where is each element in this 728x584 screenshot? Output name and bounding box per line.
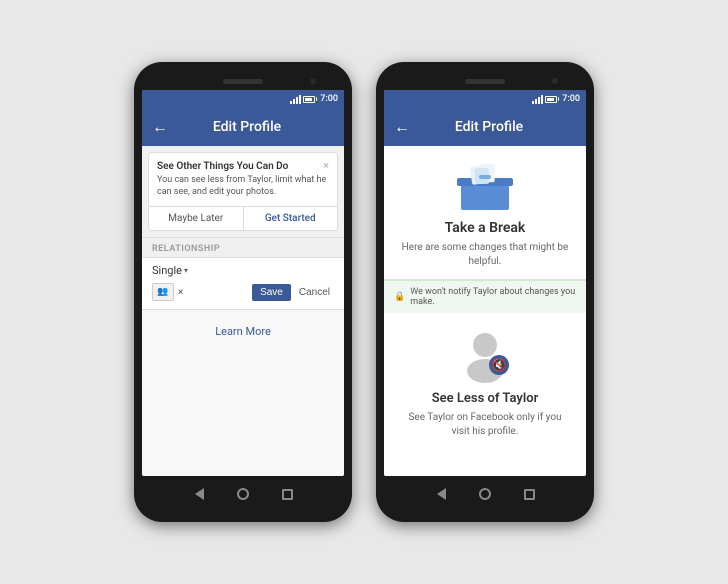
learn-more-area: Learn More [142,309,344,476]
back-nav-triangle-2 [437,488,446,500]
see-less-section: 🔇 See Less of Taylor See Taylor on Faceb… [384,313,586,449]
home-nav-2[interactable] [477,486,493,502]
signal-bars-1 [290,95,301,104]
recent-nav-2[interactable] [521,486,537,502]
svg-text:🔇: 🔇 [492,358,507,372]
banner-actions: Maybe Later Get Started [149,206,337,230]
home-nav-circle-2 [479,488,491,500]
privacy-note-text: We won't notify Taylor about changes you… [410,287,576,307]
speaker-1 [223,79,263,84]
home-nav-1[interactable] [235,486,251,502]
x-label: × [178,287,183,298]
suggestion-banner: × See Other Things You Can Do You can se… [148,152,338,231]
cancel-button[interactable]: Cancel [295,284,334,301]
status-icons-2 [532,95,557,104]
recent-nav-1[interactable] [279,486,295,502]
phone-screen-2: 7:00 ← Edit Profile [384,90,586,476]
signal-bar-6 [535,99,537,104]
phone-2: 7:00 ← Edit Profile [376,62,594,522]
battery-icon-2 [545,96,557,103]
signal-bar-3 [296,97,298,104]
signal-bar-2 [293,99,295,104]
break-description: Here are some changes that might be help… [400,241,570,269]
break-section: Take a Break Here are some changes that … [384,146,586,280]
privacy-note: 🔒 We won't notify Taylor about changes y… [384,280,586,313]
phone2-main-content: Take a Break Here are some changes that … [384,146,586,476]
relationship-row: 👥 × Save Cancel [152,283,334,301]
relationship-content: Single ▾ 👥 × Save Cancel [142,258,344,309]
signal-bars-2 [532,95,543,104]
status-time-1: 7:00 [320,94,338,104]
see-less-title: See Less of Taylor [432,391,539,406]
banner-title: See Other Things You Can Do [157,161,329,172]
battery-icon-1 [303,96,315,103]
battery-fill-1 [305,98,312,101]
camera-1 [310,78,316,84]
phone-1: 7:00 ← Edit Profile × See Other Things Y… [134,62,352,522]
battery-fill-2 [547,98,554,101]
back-button-2[interactable]: ← [394,117,410,137]
banner-close-button[interactable]: × [323,159,329,172]
camera-2 [552,78,558,84]
app-header-1: ← Edit Profile [142,108,344,146]
status-bar-1: 7:00 [142,90,344,108]
recent-nav-square-1 [282,489,293,500]
phone-top-2 [384,72,586,90]
see-less-icon: 🔇 [457,327,513,383]
back-nav-1[interactable] [191,486,207,502]
status-bar-2: 7:00 [384,90,586,108]
signal-bar-4 [299,95,301,104]
learn-more-link[interactable]: Learn More [215,325,271,338]
phone-bottom-1 [142,476,344,512]
lock-icon: 🔒 [394,292,405,302]
header-title-2: Edit Profile [418,119,560,135]
home-nav-circle-1 [237,488,249,500]
back-nav-2[interactable] [433,486,449,502]
audience-icon[interactable]: 👥 [152,283,174,301]
recent-nav-square-2 [524,489,535,500]
banner-text: You can see less from Taylor, limit what… [157,175,329,198]
back-nav-triangle-1 [195,488,204,500]
phone-screen-1: 7:00 ← Edit Profile × See Other Things Y… [142,90,344,476]
dropdown-caret: ▾ [184,266,188,275]
signal-bar-8 [541,95,543,104]
relationship-section-label: RELATIONSHIP [142,237,344,258]
back-button-1[interactable]: ← [152,117,168,137]
signal-bar-1 [290,101,292,104]
header-title-1: Edit Profile [176,119,318,135]
maybe-later-button[interactable]: Maybe Later [149,207,244,230]
speaker-2 [465,79,505,84]
phone-top-1 [142,72,344,90]
break-title: Take a Break [445,220,526,236]
get-started-button[interactable]: Get Started [244,207,338,230]
see-less-description: See Taylor on Facebook only if you visit… [400,411,570,439]
save-button[interactable]: Save [252,284,291,301]
status-icons-1 [290,95,315,104]
relationship-value[interactable]: Single ▾ [152,264,334,277]
phone-bottom-2 [384,476,586,512]
break-icon [453,160,517,212]
signal-bar-7 [538,97,540,104]
status-time-2: 7:00 [562,94,580,104]
app-header-2: ← Edit Profile [384,108,586,146]
signal-bar-5 [532,101,534,104]
